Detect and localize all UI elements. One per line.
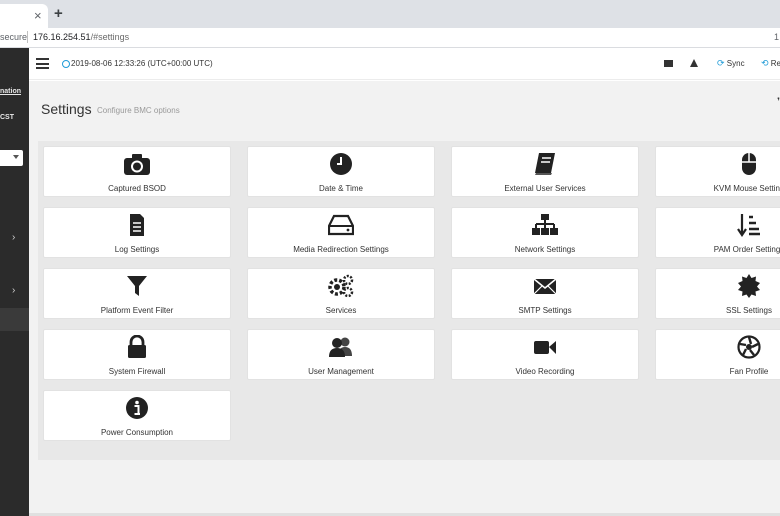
page-title: Settings xyxy=(41,101,92,117)
tile-fan-profile[interactable]: Fan Profile xyxy=(656,330,780,379)
menu-toggle-icon[interactable] xyxy=(36,58,49,69)
new-tab-button[interactable]: + xyxy=(54,6,63,22)
info-icon xyxy=(126,397,148,419)
bmc-datetime: 2019-08-06 12:33:26 (UTC+00:00 UTC) xyxy=(71,59,213,68)
camera-icon xyxy=(124,154,150,175)
tile-platform-event-filter[interactable]: Platform Event Filter xyxy=(44,269,230,318)
tile-smtp-settings[interactable]: SMTP Settings xyxy=(452,269,638,318)
book-icon xyxy=(535,153,555,175)
sidebar: nation CST › › xyxy=(0,48,29,516)
main-content: Settings Configure BMC options ❜ Capture… xyxy=(29,81,780,516)
network-icon xyxy=(532,214,558,235)
sidebar-system-info-link[interactable]: nation xyxy=(0,88,21,95)
page-subtitle: Configure BMC options xyxy=(97,106,180,115)
tile-label: SSL Settings xyxy=(726,306,772,315)
alert-icon[interactable] xyxy=(690,59,698,67)
lock-icon xyxy=(128,335,146,358)
certificate-icon xyxy=(738,274,760,298)
tile-user-management[interactable]: User Management xyxy=(248,330,434,379)
envelope-icon xyxy=(533,278,557,295)
tile-label: Captured BSOD xyxy=(108,184,166,193)
tile-label: PAM Order Settings xyxy=(713,245,780,254)
clock-icon xyxy=(62,60,70,68)
sync-icon: ⟳ xyxy=(717,58,725,68)
tile-label: External User Services xyxy=(504,184,586,193)
tile-label: Power Consumption xyxy=(100,428,174,437)
refresh-icon: ⟲ xyxy=(761,58,769,68)
tile-system-firewall[interactable]: System Firewall xyxy=(44,330,230,379)
close-tab-icon[interactable]: × xyxy=(34,8,42,24)
tile-external-user-services[interactable]: External User Services xyxy=(452,147,638,196)
tile-kvm-mouse-setting[interactable]: KVM Mouse Setting xyxy=(656,147,780,196)
tile-label: Date & Time xyxy=(318,184,363,193)
mouse-icon xyxy=(742,153,756,175)
tile-captured-bsod[interactable]: Captured BSOD xyxy=(44,147,230,196)
tile-label: SMTP Settings xyxy=(518,306,572,315)
tile-label: Fan Profile xyxy=(729,367,769,376)
toolbar-fragment: 1 xyxy=(773,32,779,42)
chevron-down-icon xyxy=(13,155,19,159)
settings-grid: Captured BSOD Date & Time External User … xyxy=(38,141,780,460)
sync-label: Sync xyxy=(726,59,745,68)
tile-date-time[interactable]: Date & Time xyxy=(248,147,434,196)
gears-icon xyxy=(328,274,354,298)
address-bar[interactable]: secure 176.16.254.51/#settings 1 xyxy=(0,28,780,48)
tile-label: System Firewall xyxy=(108,367,166,376)
clock-icon xyxy=(330,153,352,175)
browser-tab[interactable]: × xyxy=(0,4,48,28)
messages-icon[interactable] xyxy=(664,60,673,67)
tile-label: Log Settings xyxy=(114,245,160,254)
tile-media-redirection-settings[interactable]: Media Redirection Settings xyxy=(248,208,434,257)
tile-ssl-settings[interactable]: SSL Settings xyxy=(656,269,780,318)
address-separator xyxy=(27,31,28,43)
aperture-icon xyxy=(737,335,761,359)
tile-video-recording[interactable]: Video Recording xyxy=(452,330,638,379)
browser-tabstrip: × + xyxy=(0,0,780,28)
tile-power-consumption[interactable]: Power Consumption xyxy=(44,391,230,440)
video-camera-icon xyxy=(534,341,556,354)
tile-label: Media Redirection Settings xyxy=(293,245,389,254)
tile-network-settings[interactable]: Network Settings xyxy=(452,208,638,257)
refresh-label: Re xyxy=(770,59,780,68)
refresh-button[interactable]: ⟲ Re xyxy=(761,58,780,69)
filter-icon xyxy=(127,276,147,296)
document-icon xyxy=(130,214,144,236)
tile-label: Platform Event Filter xyxy=(100,306,174,315)
tile-label: User Management xyxy=(308,367,374,376)
security-label[interactable]: secure xyxy=(0,32,27,42)
users-icon xyxy=(329,337,352,357)
url-path: /#settings xyxy=(90,32,130,42)
tile-label: Network Settings xyxy=(514,245,576,254)
tile-log-settings[interactable]: Log Settings xyxy=(44,208,230,257)
sidebar-select[interactable] xyxy=(0,150,23,166)
tile-pam-order-settings[interactable]: PAM Order Settings xyxy=(656,208,780,257)
url-host: 176.16.254.51 xyxy=(33,32,91,42)
sidebar-expand-chevron-2[interactable]: › xyxy=(12,285,15,296)
sidebar-expand-chevron-1[interactable]: › xyxy=(12,232,15,243)
url-text[interactable]: 176.16.254.51/#settings xyxy=(33,32,129,42)
sidebar-item-settings-active[interactable] xyxy=(0,308,29,331)
sort-icon xyxy=(737,214,760,237)
tile-services[interactable]: Services xyxy=(248,269,434,318)
sidebar-timezone-label: CST xyxy=(0,114,14,121)
sync-button[interactable]: ⟳ Sync xyxy=(717,58,745,69)
tile-label: KVM Mouse Setting xyxy=(713,184,780,193)
top-bar: 2019-08-06 12:33:26 (UTC+00:00 UTC) ⟳ Sy… xyxy=(29,48,780,80)
tile-label: Video Recording xyxy=(515,367,575,376)
tile-label: Services xyxy=(325,306,357,315)
drive-icon xyxy=(328,214,354,236)
